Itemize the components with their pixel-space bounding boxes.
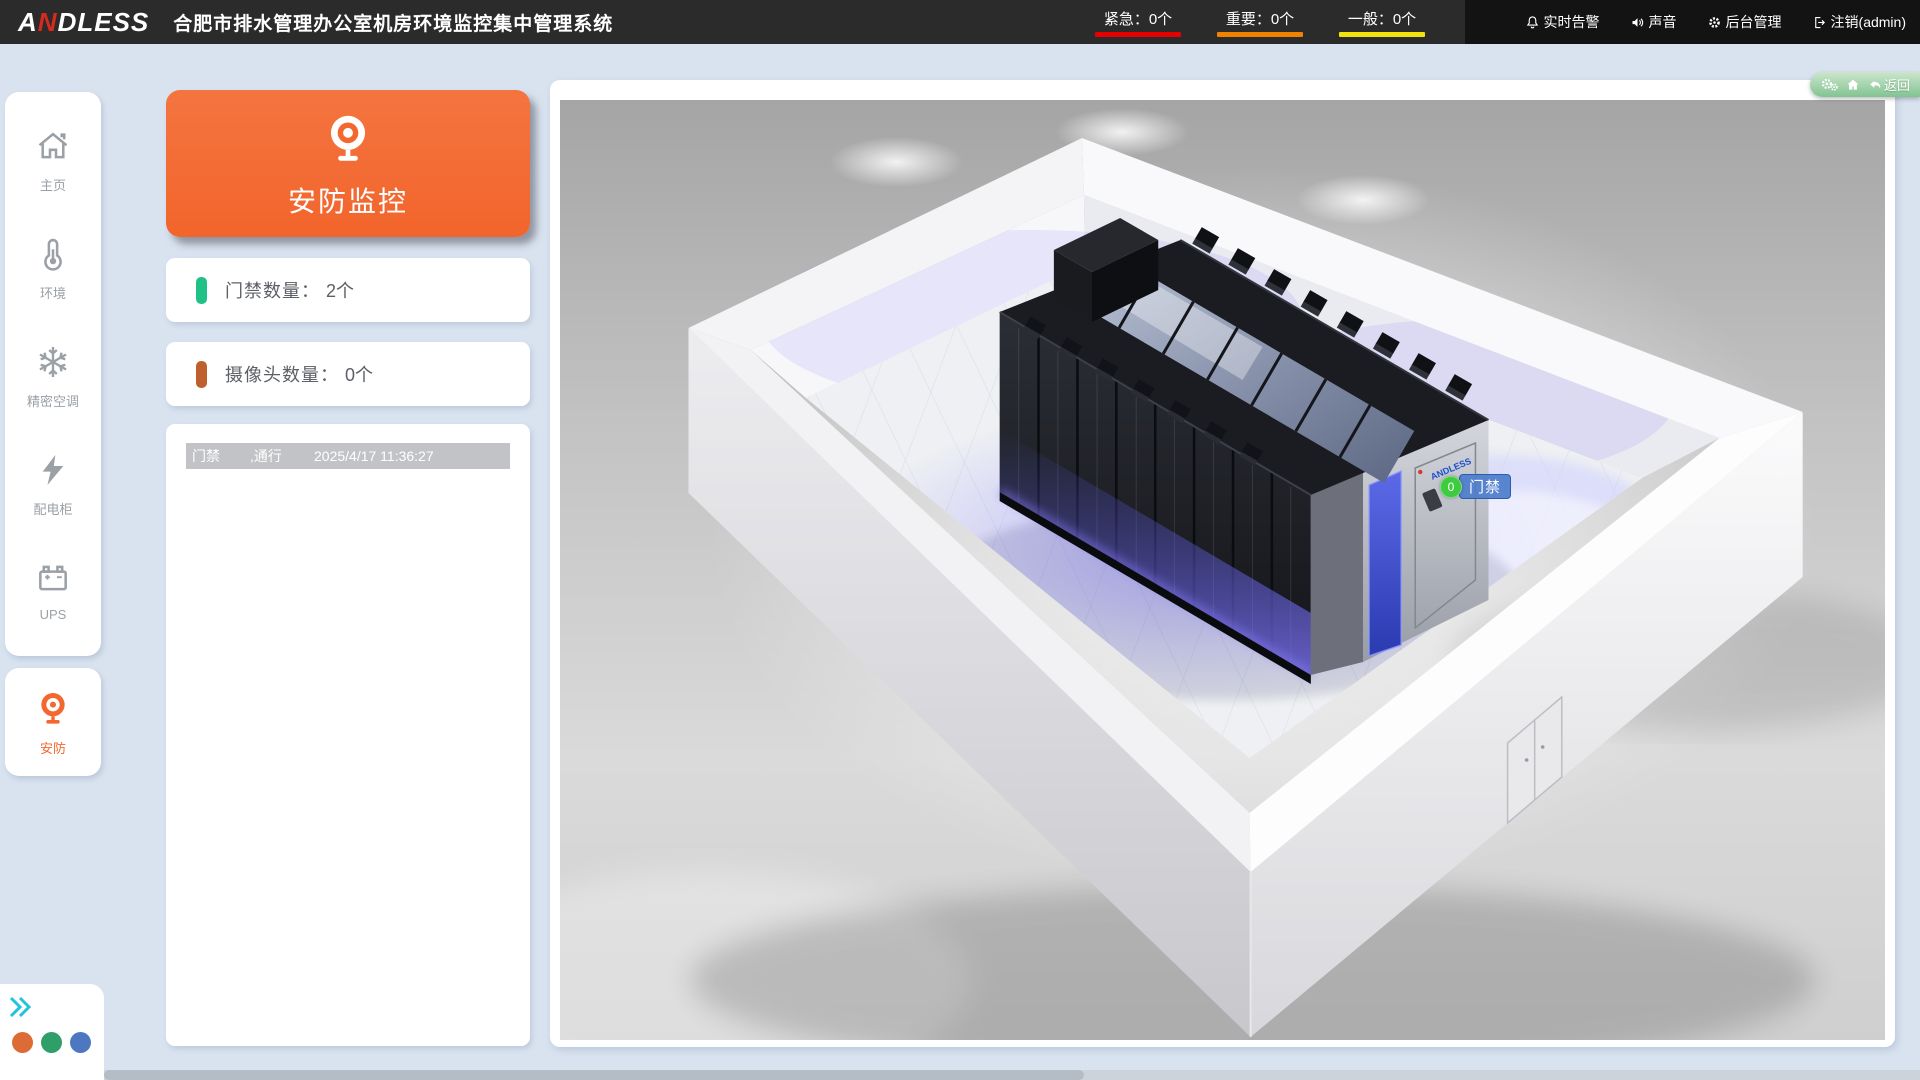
thermometer-icon <box>34 235 72 278</box>
home-icon <box>34 127 72 170</box>
menu-realtime-alerts[interactable]: 实时告警 <box>1525 12 1600 32</box>
horizontal-scrollbar[interactable] <box>104 1070 1920 1080</box>
dot-green[interactable] <box>41 1032 62 1053</box>
webcam-large-icon <box>317 107 379 174</box>
log-type: 门禁 <box>192 446 250 466</box>
viewport-panel: ANDLESS <box>550 80 1895 1047</box>
stat-door-count: 门禁数量： 2个 <box>166 258 530 322</box>
sidebar-footer <box>0 984 104 1080</box>
logout-icon <box>1812 15 1827 30</box>
double-chevron-right-icon[interactable] <box>6 994 36 1025</box>
menu-sound[interactable]: 声音 <box>1630 12 1677 32</box>
stat-value: 0个 <box>345 361 373 387</box>
header-menu: 实时告警 声音 后台管理 注销(admin) <box>1525 0 1906 44</box>
dot-blue[interactable] <box>70 1032 91 1053</box>
dot-orange[interactable] <box>12 1032 33 1053</box>
alarm-general-underline <box>1339 32 1425 37</box>
webcam-icon <box>33 688 73 733</box>
sidebar-item-ups[interactable]: UPS <box>34 559 72 622</box>
stat-accent-bar <box>196 361 207 388</box>
sidebar-active-card: 安防 <box>5 668 101 776</box>
snowflake-icon <box>34 343 72 386</box>
alarm-general[interactable]: 一般：0个 <box>1339 8 1425 37</box>
marker-label: 门禁 <box>1459 474 1511 499</box>
alarm-critical-underline <box>1095 32 1181 37</box>
access-log-panel: 门禁 ,通行 2025/4/17 11:36:27 <box>166 424 530 1046</box>
settings-gears-icon[interactable] <box>1821 77 1838 92</box>
back-label: 返回 <box>1884 75 1910 94</box>
security-module-header: 安防监控 <box>166 90 530 237</box>
stat-value: 2个 <box>326 277 354 303</box>
marker-count-badge: 0 <box>1440 476 1462 498</box>
sidebar-nav: 主页 环境 精密空调 配电柜 UPS <box>5 92 101 656</box>
app-logo: ANDLESS <box>18 7 149 38</box>
lightning-icon <box>34 451 72 494</box>
alarm-important-underline <box>1217 32 1303 37</box>
menu-admin[interactable]: 后台管理 <box>1707 12 1782 32</box>
scene-toolbar: 返回 <box>1810 72 1920 97</box>
scrollbar-thumb[interactable] <box>104 1070 1084 1080</box>
speaker-icon <box>1630 15 1645 30</box>
3d-scene[interactable]: ANDLESS <box>560 100 1885 1040</box>
menu-logout[interactable]: 注销(admin) <box>1812 12 1906 32</box>
alarm-critical[interactable]: 紧急：0个 <box>1095 8 1181 37</box>
home-view-icon[interactable] <box>1846 78 1860 92</box>
header-bar: ANDLESS 合肥市排水管理办公室机房环境监控集中管理系统 紧急：0个 重要：… <box>0 0 1920 44</box>
log-status: ,通行 <box>250 446 314 466</box>
sidebar-item-precision-ac[interactable]: 精密空调 <box>27 343 79 410</box>
theme-dots <box>12 1032 91 1053</box>
back-arrow-icon[interactable]: 返回 <box>1868 75 1910 94</box>
log-row[interactable]: 门禁 ,通行 2025/4/17 11:36:27 <box>186 443 510 469</box>
sidebar-item-home[interactable]: 主页 <box>34 127 72 194</box>
log-time: 2025/4/17 11:36:27 <box>314 448 510 464</box>
stat-label: 摄像头数量： <box>225 361 339 387</box>
gear-icon <box>1707 15 1722 30</box>
module-title: 安防监控 <box>288 180 408 220</box>
alarm-important[interactable]: 重要：0个 <box>1217 8 1303 37</box>
sidebar-item-environment[interactable]: 环境 <box>34 235 72 302</box>
door-access-marker[interactable]: 0 门禁 <box>1440 474 1511 499</box>
alarm-counters: 紧急：0个 重要：0个 一般：0个 <box>1095 0 1425 44</box>
battery-icon <box>34 559 72 602</box>
page-title: 合肥市排水管理办公室机房环境监控集中管理系统 <box>173 9 613 36</box>
stat-accent-bar <box>196 277 207 304</box>
stat-label: 门禁数量： <box>225 277 320 303</box>
bell-icon <box>1525 15 1540 30</box>
stat-camera-count: 摄像头数量： 0个 <box>166 342 530 406</box>
sidebar-item-power-cabinet[interactable]: 配电柜 <box>33 451 72 518</box>
sidebar-item-security[interactable]: 安防 <box>33 688 73 757</box>
